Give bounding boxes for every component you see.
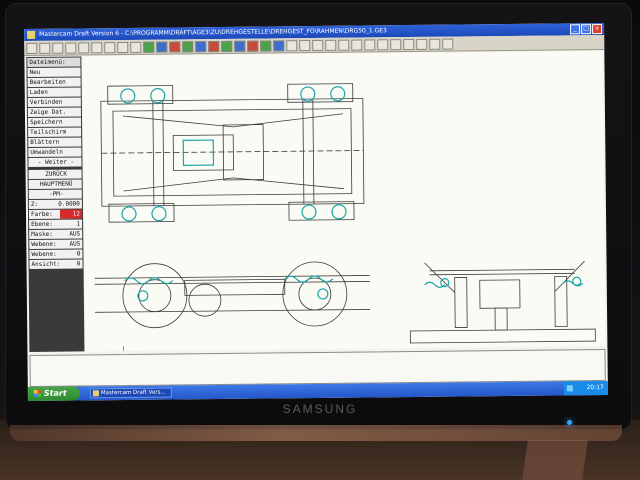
monitor-screen: Mastercam Draft Version 6 - C:\PROGRAMM\… [24, 22, 608, 402]
mirror-icon[interactable] [286, 39, 298, 51]
bogie-end-view [409, 260, 596, 344]
menu-item-show-file[interactable]: Zeige Dat. [27, 107, 81, 118]
tray-icon[interactable] [566, 385, 573, 392]
taskbar-app-button[interactable]: Mastercam Draft Vers... [89, 387, 172, 399]
close-button[interactable]: × [592, 23, 603, 35]
grid-icon[interactable] [104, 41, 116, 53]
param-label: Ansicht: [31, 260, 61, 268]
param-label: Ebene: [31, 220, 53, 228]
menu-item-save[interactable]: Speichern [27, 117, 82, 128]
bogie-side-view [94, 261, 371, 329]
system-tray: 20:17 [563, 380, 608, 396]
windows-flag-icon [33, 389, 41, 397]
circle-icon[interactable] [169, 40, 181, 53]
rotate-icon[interactable] [143, 41, 155, 53]
param-value: 12 [59, 209, 83, 219]
param-value: AUS [69, 230, 81, 238]
file-menu-sidebar: Dateimenü: Neu Bearbeiten Laden Verbinde… [26, 56, 85, 353]
cursor-icon[interactable] [39, 42, 51, 54]
param-view[interactable]: Ansicht: 0 [29, 259, 83, 270]
menu-item-browse[interactable]: Blättern [28, 137, 82, 148]
menu-item-load[interactable]: Laden [27, 87, 81, 98]
menu-item-convert[interactable]: Umwandeln [28, 147, 82, 158]
redo-icon[interactable] [377, 38, 389, 50]
measure-icon[interactable] [312, 39, 324, 51]
cad-drawing [94, 83, 596, 359]
param-value: 1 [76, 220, 81, 228]
clock: 20:17 [586, 383, 604, 392]
param-label: Z: [30, 200, 39, 208]
param-value: AUS [69, 240, 81, 248]
layer-icon[interactable] [117, 41, 129, 53]
zoom-icon[interactable] [52, 42, 64, 54]
window-controls: _ □ × [570, 23, 603, 35]
param-wlevel[interactable]: Webene: AUS [29, 239, 83, 250]
param-mask[interactable]: Maske: AUS [29, 229, 83, 240]
rect-icon[interactable] [429, 38, 441, 50]
hatch-icon[interactable] [234, 40, 246, 52]
pan-icon[interactable] [78, 41, 90, 53]
app-icon [92, 390, 99, 397]
menu-item-next[interactable]: - Weiter - [28, 157, 82, 168]
param-value: 0.0000 [58, 200, 80, 208]
param-wlevel-2[interactable]: Webene: 0 [29, 249, 83, 260]
taskbar-app-label: Mastercam Draft Vers... [100, 389, 166, 397]
polygon-icon[interactable] [195, 40, 207, 52]
slope-icon[interactable] [416, 38, 428, 50]
app-icon [27, 30, 36, 40]
menu-header: Dateimenü: [27, 57, 81, 68]
save-icon[interactable] [351, 39, 363, 51]
menu-item-split-screen[interactable]: Teilschirm [28, 127, 82, 138]
param-z[interactable]: Z: 0.0000 [28, 199, 82, 210]
param-level[interactable]: Ebene: 1 [29, 219, 83, 230]
param-color[interactable]: Farbe: 12 [28, 209, 83, 220]
axis-indicator [122, 346, 136, 359]
trim-icon[interactable] [247, 40, 259, 52]
power-led-icon [567, 420, 572, 425]
param-label: Webene: [31, 250, 57, 258]
start-label: Start [43, 388, 67, 398]
print-icon[interactable] [338, 39, 350, 51]
menu-item-new[interactable]: Neu [27, 67, 81, 78]
undo-icon[interactable] [364, 38, 376, 50]
arc-icon[interactable] [182, 40, 194, 52]
zoom-out-icon[interactable] [65, 42, 77, 54]
arrow-icon[interactable] [26, 42, 38, 54]
select-icon[interactable] [91, 41, 103, 53]
scale-icon[interactable] [299, 39, 311, 51]
bezel-reflection [10, 425, 622, 441]
param-label: Webene: [31, 240, 57, 248]
copy-icon[interactable] [273, 39, 285, 51]
start-button[interactable]: Start [27, 386, 80, 402]
menu-item-back[interactable]: ZURÜCK [28, 169, 82, 180]
color-icon[interactable] [325, 39, 337, 51]
sigma-icon[interactable] [390, 38, 402, 50]
bogie-top-view [100, 83, 365, 223]
text-icon[interactable] [208, 40, 220, 52]
view-icon[interactable] [130, 41, 142, 53]
curve-icon[interactable] [403, 38, 415, 50]
dimension-icon[interactable] [221, 40, 233, 52]
menu-item-pm[interactable]: -PM- [28, 189, 82, 200]
param-value: 0 [76, 260, 81, 268]
menu-item-merge[interactable]: Verbinden [27, 97, 81, 108]
param-label: Farbe: [30, 210, 53, 218]
move-icon[interactable] [260, 39, 272, 52]
close-icon[interactable] [442, 38, 454, 50]
drawing-canvas[interactable] [82, 50, 606, 359]
param-label: Maske: [31, 230, 53, 238]
desk-object [522, 440, 588, 480]
monitor-brand-logo: SAMSUNG [282, 402, 358, 416]
menu-item-main-menu[interactable]: HAUPTMENÜ [28, 179, 82, 190]
maximize-button[interactable]: □ [581, 24, 592, 35]
line-icon[interactable] [156, 41, 168, 53]
menu-item-edit[interactable]: Bearbeiten [27, 77, 81, 88]
minimize-button[interactable]: _ [570, 24, 581, 35]
param-value: 0 [76, 250, 81, 258]
